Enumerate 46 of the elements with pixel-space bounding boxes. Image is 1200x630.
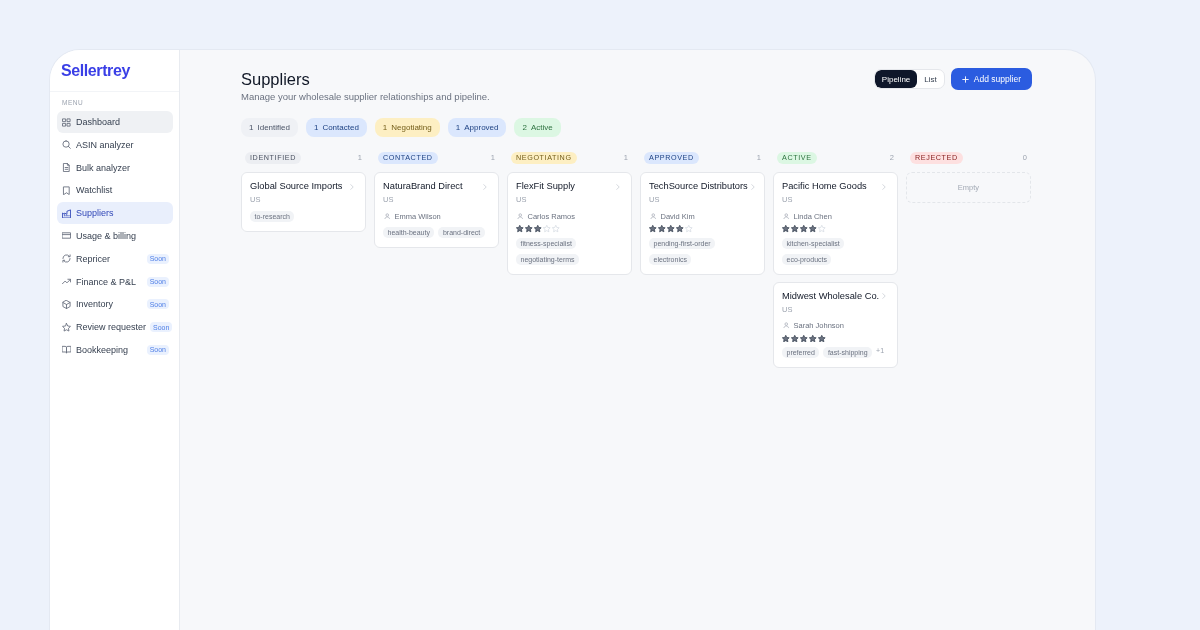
page-subtitle: Manage your wholesale supplier relationships and pipeline. [241,90,490,103]
status-count-chip: 1 Contacted [305,118,367,137]
person-icon [517,212,524,220]
status-count-chip: 1 Negotiating [374,118,440,137]
nav-item[interactable]: Suppliers [57,202,173,225]
chevron-right-icon [350,183,354,190]
grid-icon [62,117,71,127]
brand-logo[interactable]: Sellertrey [61,61,130,80]
chevron-right-icon [483,183,487,190]
supplier-name: Global Source Imports [250,180,343,193]
star-icon [62,322,71,332]
person-icon [783,212,790,220]
search-icon [62,140,71,150]
add-supplier-button[interactable]: Add supplier [950,68,1032,90]
nav-item[interactable]: Watchlist [57,179,173,202]
supplier-name: Pacific Home Goods [782,180,867,193]
nav-item[interactable]: Bulk analyzer [57,156,173,179]
status-count-chip: 1 Identified [241,118,298,137]
page-title: Suppliers [241,69,311,89]
supplier-name: Midwest Wholesale Co. [782,289,880,303]
plus-icon [961,75,969,83]
chevron-right-icon [616,183,620,190]
person-icon [650,212,657,220]
chevron-right-icon [882,293,887,299]
trend-up-icon [62,277,71,287]
refresh-icon [62,254,71,264]
book-icon [62,345,71,355]
view-toggle-tab[interactable]: Pipeline [874,70,918,88]
nav-item[interactable]: Dashboard [57,111,173,133]
supplier-name: NaturaBrand Direct [383,180,463,193]
status-count-chip: 2 Active [514,118,561,137]
person-icon [384,212,391,220]
view-toggle-tab[interactable]: List [917,70,944,88]
nav-item[interactable]: Usage & billing [57,225,173,247]
nav-item[interactable]: ASIN analyzer [57,133,173,156]
box-icon [62,299,71,309]
person-icon [783,322,790,329]
chevron-right-icon [882,183,886,190]
bookmark-icon [62,185,71,195]
status-count-chip: 1 Approved [447,118,507,137]
supplier-name: FlexFit Supply [516,180,575,193]
chevron-right-icon [750,183,755,190]
supplier-name: TechSource Distributors [649,180,748,193]
factory-icon [62,208,71,218]
credit-card-icon [62,231,71,241]
document-icon [62,163,71,173]
